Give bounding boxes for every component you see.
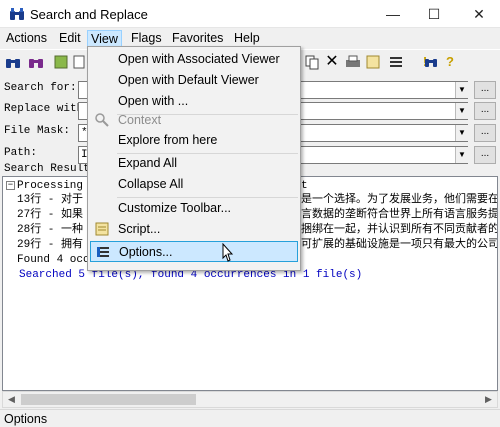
delete-icon[interactable]: ✕ [323, 53, 341, 71]
result-line-text: 28行 - 一种 [17, 224, 84, 236]
menu-favorites[interactable]: Favorites [172, 30, 223, 47]
scroll-thumb[interactable] [21, 394, 196, 405]
filemask-label: File Mask: [4, 125, 71, 137]
menu-item-label: Explore from here [118, 133, 218, 147]
title-bar: Search and Replace — ☐ ✕ [0, 0, 500, 28]
menu-item-label: Customize Toolbar... [118, 201, 232, 215]
close-button[interactable]: ✕ [469, 4, 489, 24]
result-row[interactable]: 13行 - 对于 [17, 193, 83, 207]
minimize-button[interactable]: — [383, 4, 403, 24]
menu-flags[interactable]: Flags [131, 30, 162, 47]
found-line-text: Found 4 occu [17, 254, 97, 266]
found-line: Found 4 occu [17, 253, 96, 267]
menu-item-label: Open with ... [118, 94, 189, 108]
binoculars-icon[interactable] [4, 53, 22, 71]
binoculars-small-icon[interactable] [422, 53, 440, 71]
status-text: Options [4, 412, 48, 426]
result-row[interactable]: 29行 - 拥有 [17, 238, 83, 252]
collapse-icon[interactable]: − [6, 180, 15, 190]
menu-item-label: Collapse All [118, 177, 184, 191]
list-icon[interactable] [387, 53, 405, 71]
menu-item-label: Open with Associated Viewer [118, 52, 280, 66]
menu-help[interactable]: Help [234, 30, 260, 47]
menu-item-label: Open with Default Viewer [118, 73, 259, 87]
menu-item-script[interactable]: Script... [90, 219, 298, 240]
result-line-text: 13行 - 对于 [17, 194, 84, 206]
binoculars-replace-icon[interactable] [27, 53, 45, 71]
scroll-right-icon[interactable]: ▶ [480, 392, 497, 407]
menu-item-open-associated[interactable]: Open with Associated Viewer [90, 49, 298, 70]
menu-item-open-with[interactable]: Open with ... [90, 91, 298, 112]
result-overflow-text: 言数据的垄断符合世界上所有语言服务提 [301, 209, 498, 221]
replace-dropdown-button[interactable]: ▼ [455, 103, 468, 119]
replace-browse-button[interactable]: ... [474, 102, 496, 120]
path-dropdown-button[interactable]: ▼ [455, 147, 468, 163]
result-row[interactable]: 28行 - 一种 [17, 223, 83, 237]
search-browse-button[interactable]: ... [474, 81, 496, 99]
menu-bar: Actions Edit View Flags Favorites Help [0, 28, 500, 48]
window-title: Search and Replace [30, 7, 148, 22]
result-row[interactable]: 27行 - 如果 [17, 208, 83, 222]
menu-edit[interactable]: Edit [59, 30, 81, 47]
filemask-dropdown-button[interactable]: ▼ [455, 125, 468, 141]
result-overflow-text: 捆绑在一起，并认识到所有不同贡献者的 [301, 224, 498, 236]
context-icon [95, 113, 109, 127]
menu-item-label: Expand All [118, 156, 178, 170]
menu-item-options[interactable]: Options... [90, 241, 298, 262]
result-line-text: 29行 - 拥有 [17, 239, 84, 251]
print-icon[interactable] [344, 53, 362, 71]
filemask-browse-button[interactable]: ... [474, 124, 496, 142]
menu-item-context: Context [90, 110, 298, 131]
maximize-button[interactable]: ☐ [424, 4, 444, 24]
path-browse-button[interactable]: ... [474, 146, 496, 164]
filter-icon[interactable] [52, 53, 70, 71]
menu-item-customize-toolbar[interactable]: Customize Toolbar... [90, 198, 298, 219]
replace-label: Replace with: [4, 103, 90, 115]
script-icon[interactable] [364, 53, 382, 71]
menu-item-expand-all[interactable]: Expand All [90, 153, 298, 174]
path-label: Path: [4, 147, 38, 159]
menu-item-label: Script... [118, 222, 161, 236]
view-menu: Open with Associated Viewer Open with De… [87, 46, 301, 271]
menu-item-explore[interactable]: Explore from here [90, 130, 298, 151]
menu-view[interactable]: View [87, 30, 122, 47]
processing-line: Processing f [17, 180, 97, 192]
menu-item-label: Options... [119, 245, 173, 259]
search-label: Search for: [4, 82, 77, 94]
menu-item-open-default[interactable]: Open with Default Viewer [90, 70, 298, 91]
menu-item-label: Context [118, 113, 162, 127]
binoculars-icon [10, 8, 24, 20]
status-bar: Options [0, 409, 500, 427]
options-icon [97, 247, 109, 257]
result-overflow-text: t [301, 180, 308, 192]
help-icon[interactable]: ? [441, 53, 459, 71]
scroll-left-icon[interactable]: ◀ [3, 392, 20, 407]
horizontal-scrollbar[interactable]: ◀ ▶ [2, 391, 498, 408]
mouse-cursor-icon [222, 243, 234, 262]
result-overflow-text: 是一个选择。为了发展业务，他们需要在 [301, 194, 498, 206]
copy-icon[interactable] [303, 53, 321, 71]
search-dropdown-button[interactable]: ▼ [455, 82, 468, 98]
result-line-text: 27行 - 如果 [17, 209, 84, 221]
menu-item-collapse-all[interactable]: Collapse All [90, 174, 298, 195]
result-overflow-text: 可扩展的基础设施是一项只有最大的公司 [301, 239, 498, 251]
menu-actions[interactable]: Actions [6, 30, 47, 47]
tree-root-row[interactable]: − Processing f [6, 179, 96, 193]
script-icon [95, 222, 109, 236]
